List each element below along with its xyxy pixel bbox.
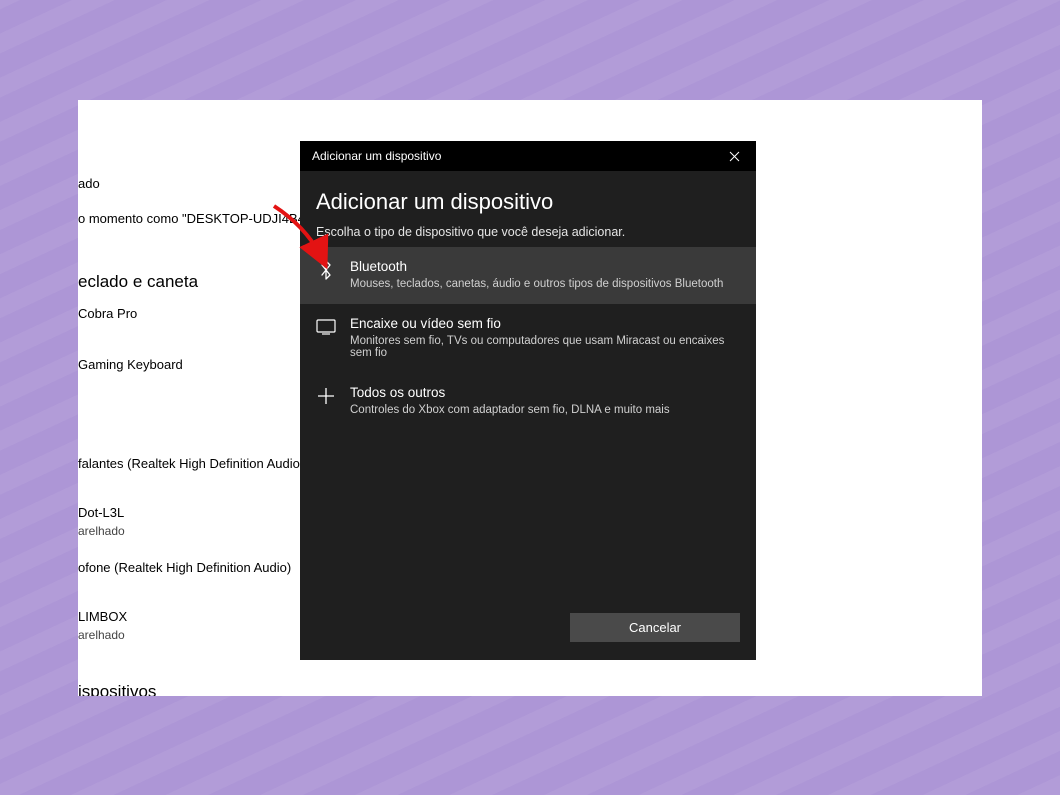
option-title: Bluetooth — [350, 259, 723, 274]
option-everything-else[interactable]: Todos os outros Controles do Xbox com ad… — [300, 373, 756, 430]
settings-window: ado o momento como "DESKTOP-UDJI4B4" ecl… — [78, 100, 982, 696]
plus-icon — [316, 386, 336, 406]
device-name: ofone (Realtek High Definition Audio) — [78, 560, 298, 575]
add-device-dialog: Adicionar um dispositivo Adicionar um di… — [300, 141, 756, 660]
device-name: Gaming Keyboard — [78, 357, 298, 372]
device-name: Cobra Pro — [78, 306, 298, 321]
option-wireless-display[interactable]: Encaixe ou vídeo sem fio Monitores sem f… — [300, 304, 756, 373]
option-desc: Controles do Xbox com adaptador sem fio,… — [350, 404, 670, 416]
device-name: LIMBOX — [78, 609, 298, 624]
option-title: Encaixe ou vídeo sem fio — [350, 316, 740, 331]
settings-background: ado o momento como "DESKTOP-UDJI4B4" ecl… — [78, 100, 298, 696]
section-heading: ispositivos — [78, 682, 298, 696]
device-name: falantes (Realtek High Definition Audio) — [78, 456, 298, 471]
device-type-options: Bluetooth Mouses, teclados, canetas, áud… — [300, 247, 756, 430]
titlebar-title: Adicionar um dispositivo — [312, 149, 441, 163]
device-status: arelhado — [78, 524, 298, 538]
close-icon — [729, 151, 740, 162]
cancel-button[interactable]: Cancelar — [570, 613, 740, 642]
option-desc: Monitores sem fio, TVs ou computadores q… — [350, 335, 740, 359]
device-status: arelhado — [78, 628, 298, 642]
display-icon — [316, 317, 336, 337]
bg-text: o momento como "DESKTOP-UDJI4B4" — [78, 211, 298, 226]
dialog-title: Adicionar um dispositivo — [316, 189, 740, 215]
close-button[interactable] — [722, 144, 746, 168]
option-title: Todos os outros — [350, 385, 670, 400]
section-heading: eclado e caneta — [78, 272, 298, 292]
bluetooth-icon — [316, 260, 336, 280]
option-bluetooth[interactable]: Bluetooth Mouses, teclados, canetas, áud… — [300, 247, 756, 304]
bg-text: ado — [78, 176, 298, 191]
dialog-subtitle: Escolha o tipo de dispositivo que você d… — [316, 225, 740, 239]
dialog-titlebar: Adicionar um dispositivo — [300, 141, 756, 171]
device-name: Dot-L3L — [78, 505, 298, 520]
option-desc: Mouses, teclados, canetas, áudio e outro… — [350, 278, 723, 290]
